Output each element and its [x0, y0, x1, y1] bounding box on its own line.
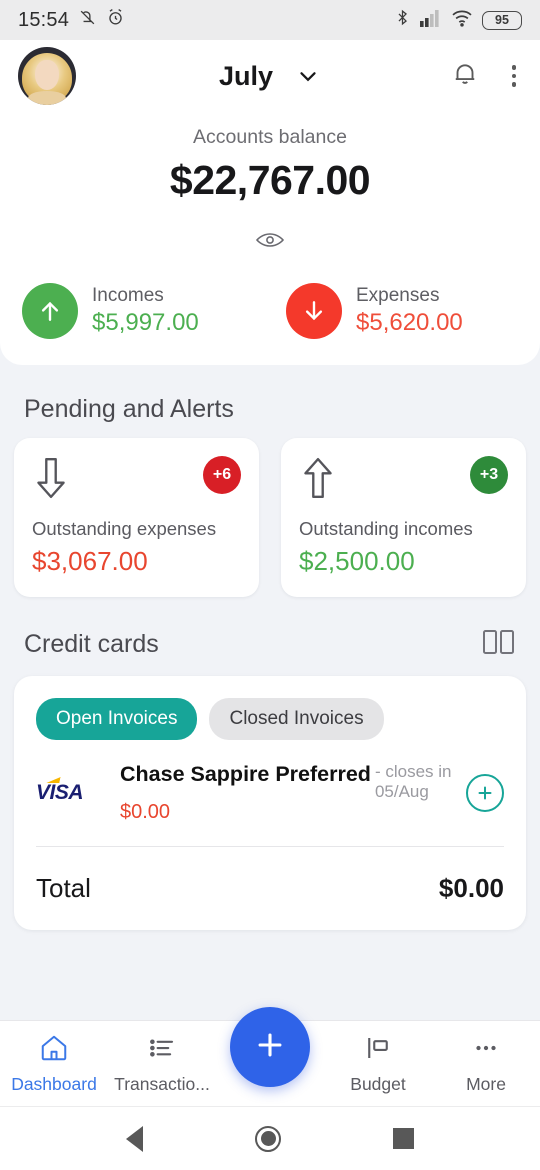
outstanding-expenses-label: Outstanding expenses	[32, 518, 217, 539]
total-row: Total $0.00	[36, 873, 504, 904]
credit-card-name: Chase Sappire Preferred	[120, 762, 371, 786]
outstanding-incomes-label: Outstanding incomes	[299, 518, 473, 539]
incomes-label: Incomes	[92, 285, 164, 306]
expenses-summary[interactable]: Expenses $5,620.00	[270, 283, 518, 339]
total-value: $0.00	[438, 873, 504, 904]
credit-cards-panel: Open Invoices Closed Invoices VISA Chase…	[14, 676, 526, 931]
arrow-up-icon	[22, 283, 78, 339]
back-icon[interactable]	[126, 1125, 143, 1152]
credit-card-amount: $0.00	[120, 801, 171, 824]
expenses-badge: +6	[203, 456, 241, 494]
header-actions	[450, 59, 523, 94]
bluetooth-icon	[394, 8, 411, 32]
credit-card-closing: - closes in 05/Aug	[374, 762, 452, 801]
balance-amount: $22,767.00	[169, 157, 371, 203]
budget-icon	[363, 1033, 393, 1068]
outstanding-incomes-card[interactable]: +3 Outstanding incomes $2,500.00	[281, 438, 526, 597]
tab-closed-invoices[interactable]: Closed Invoices	[209, 698, 384, 740]
pending-title: Pending and Alerts	[24, 395, 234, 423]
outstanding-incomes-amount: $2,500.00	[299, 546, 415, 576]
nav-label-dashboard: Dashboard	[11, 1073, 97, 1094]
chevron-down-icon[interactable]	[295, 63, 321, 89]
phone-screen: 15:54 95 July Accounts balance $22,767.0…	[0, 0, 540, 1170]
eye-icon[interactable]	[245, 226, 295, 259]
home-icon	[39, 1033, 69, 1068]
home-circle-icon[interactable]	[255, 1125, 281, 1152]
incomes-badge: +3	[470, 456, 508, 494]
nav-label-more: More	[466, 1073, 506, 1094]
status-bar-left: 15:54	[18, 8, 125, 32]
nav-item-more[interactable]: More	[432, 1033, 540, 1095]
add-transaction-fab[interactable]	[230, 1007, 310, 1087]
recents-icon[interactable]	[393, 1128, 414, 1149]
list-icon	[147, 1033, 177, 1068]
credit-card-row[interactable]: VISA Chase Sappire Preferred - closes in…	[36, 762, 504, 824]
overflow-menu-icon[interactable]	[506, 61, 523, 91]
wifi-icon	[451, 9, 473, 32]
nav-label-budget: Budget	[350, 1073, 406, 1094]
more-icon	[471, 1033, 501, 1068]
visa-logo-icon: VISA	[36, 781, 106, 805]
arrow-down-icon	[286, 283, 342, 339]
credit-cards-title: Credit cards	[24, 630, 159, 658]
main-content: Accounts balance $22,767.00 Incomes $5,9…	[0, 112, 540, 1020]
arrow-down-outline-icon	[32, 456, 70, 505]
balance-label: Accounts balance	[193, 126, 347, 148]
bell-off-icon	[78, 8, 97, 32]
nav-item-transactions[interactable]: Transactio...	[108, 1033, 216, 1095]
invoice-tabs: Open Invoices Closed Invoices	[36, 698, 504, 740]
system-navigation-bar	[0, 1106, 540, 1170]
tab-open-invoices[interactable]: Open Invoices	[36, 698, 198, 740]
total-label: Total	[36, 873, 91, 904]
pending-header: Pending and Alerts	[0, 365, 540, 438]
nav-item-budget[interactable]: Budget	[324, 1033, 432, 1095]
status-bar: 15:54 95	[0, 0, 540, 40]
app-header: July	[0, 40, 540, 112]
credit-cards-header: Credit cards	[0, 597, 540, 676]
outstanding-expenses-amount: $3,067.00	[32, 546, 148, 576]
nav-label-transactions: Transactio...	[114, 1073, 210, 1094]
arrow-up-outline-icon	[299, 456, 337, 505]
expenses-label: Expenses	[356, 285, 440, 306]
visa-brand-label: VISA	[36, 781, 84, 805]
pending-cards: +6 Outstanding expenses $3,067.00 +3 Out…	[0, 438, 540, 597]
divider	[36, 846, 504, 848]
plus-icon	[253, 1028, 287, 1067]
signal-icon	[420, 9, 442, 32]
status-time: 15:54	[18, 8, 70, 31]
incomes-amount: $5,997.00	[92, 309, 199, 336]
nav-item-dashboard[interactable]: Dashboard	[0, 1033, 108, 1095]
incomes-summary[interactable]: Incomes $5,997.00	[22, 283, 270, 339]
alarm-icon	[106, 8, 125, 32]
avatar[interactable]	[18, 47, 76, 105]
cards-view-icon[interactable]	[482, 627, 516, 662]
balance-card: Accounts balance $22,767.00 Incomes $5,9…	[0, 112, 540, 365]
status-bar-right: 95	[394, 8, 522, 32]
outstanding-expenses-card[interactable]: +6 Outstanding expenses $3,067.00	[14, 438, 259, 597]
bottom-navigation: Dashboard Transactio... Budget More	[0, 1007, 540, 1106]
month-label: July	[218, 60, 274, 91]
battery-indicator: 95	[482, 10, 522, 30]
income-expense-row: Incomes $5,997.00 Expenses $5,620.00	[0, 283, 540, 339]
bell-icon[interactable]	[450, 59, 480, 94]
expenses-amount: $5,620.00	[356, 309, 463, 336]
plus-circle-icon[interactable]	[466, 774, 504, 813]
